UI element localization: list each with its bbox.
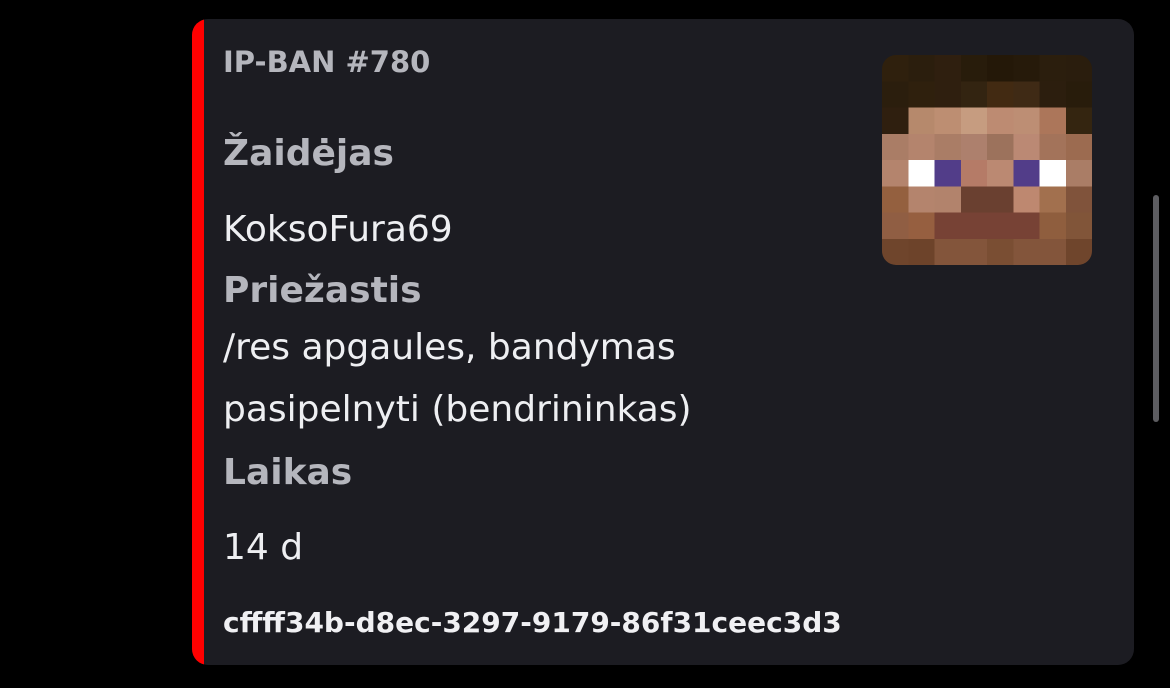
field-value-duration: 14 d	[223, 527, 304, 568]
field-value-reason-line-2: pasipelnyti (bendrininkas)	[223, 389, 692, 430]
ban-embed-card: IP-BAN #780 Žaidėjas KoksoFura69 Priežas…	[192, 19, 1134, 665]
field-value-player: KoksoFura69	[223, 209, 453, 250]
embed-accent-bar	[192, 19, 204, 665]
minecraft-steve-head-icon[interactable]	[882, 55, 1092, 265]
scrollbar-thumb[interactable]	[1153, 195, 1159, 422]
field-value-reason-line-1: /res apgaules, bandymas	[223, 327, 676, 368]
field-name-duration: Laikas	[223, 452, 353, 493]
embed-author: IP-BAN #780	[223, 45, 431, 79]
embed-footer-uuid: cffff34b-d8ec-3297-9179-86f31ceec3d3	[223, 606, 842, 639]
field-name-reason: Priežastis	[223, 270, 422, 311]
field-name-player: Žaidėjas	[223, 133, 394, 174]
